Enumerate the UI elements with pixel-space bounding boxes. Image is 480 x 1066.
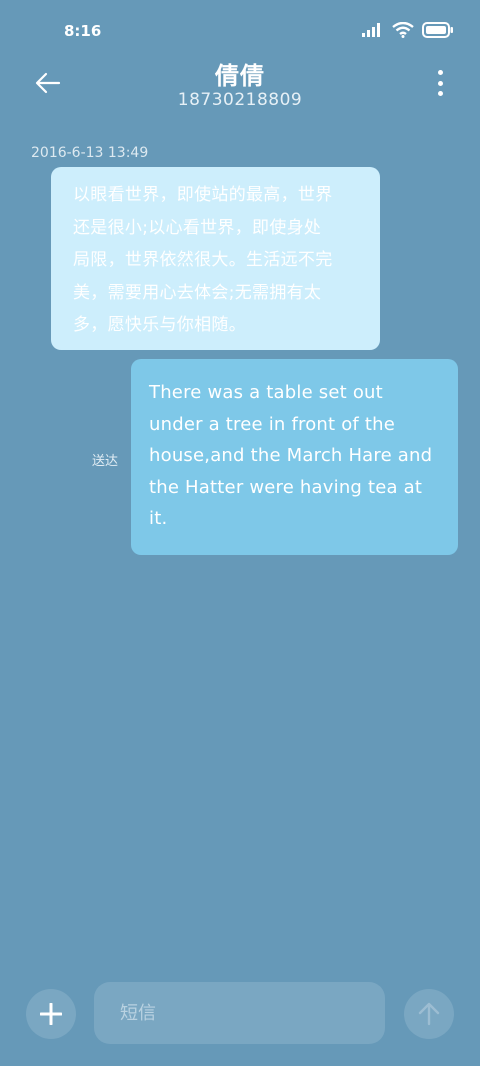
- compose-bar: [0, 980, 480, 1048]
- message-timestamp: 2016-6-13 13:49: [31, 145, 149, 161]
- contact-phone-number: 18730218809: [177, 90, 303, 110]
- signal-icon: [362, 23, 380, 37]
- status-time: 8:16: [64, 22, 102, 40]
- battery-icon: [422, 22, 453, 38]
- status-icons: [362, 22, 454, 38]
- more-options-button[interactable]: [430, 68, 450, 98]
- outgoing-message-bubble[interactable]: There was a table set out under a tree i…: [131, 359, 458, 555]
- wifi-icon: [392, 22, 414, 38]
- status-bar: 8:16: [0, 0, 480, 60]
- message-input[interactable]: [94, 982, 385, 1044]
- plus-icon: [40, 1003, 62, 1025]
- add-attachment-button[interactable]: [26, 989, 76, 1039]
- incoming-message-bubble[interactable]: 以眼看世界，即使站的最高，世界 还是很小;以心看世界，即使身处 局限，世界依然很…: [51, 167, 380, 350]
- conversation-header: 倩倩 18730218809: [0, 52, 480, 122]
- delivery-status: 送达: [92, 454, 119, 469]
- more-vertical-icon: [437, 70, 443, 75]
- send-button[interactable]: [404, 989, 454, 1039]
- arrow-up-icon: [418, 1002, 440, 1026]
- contact-name: 倩倩: [215, 62, 265, 90]
